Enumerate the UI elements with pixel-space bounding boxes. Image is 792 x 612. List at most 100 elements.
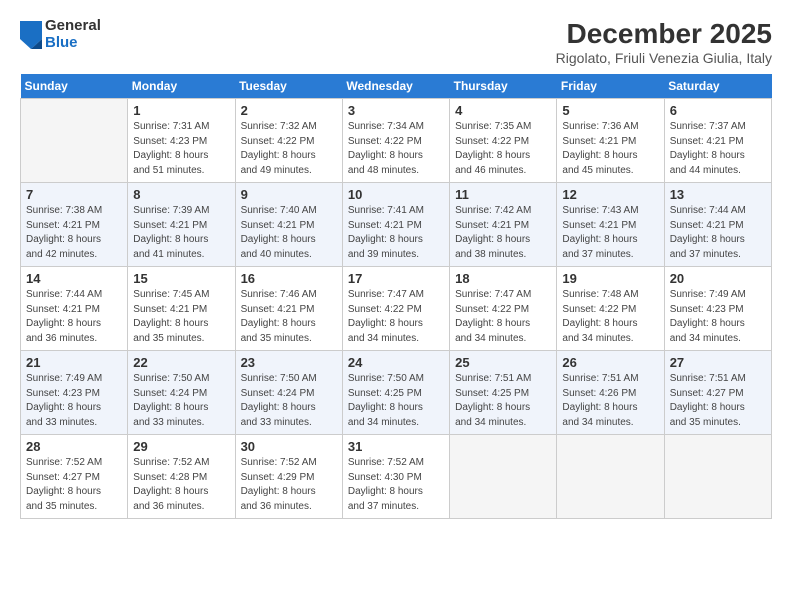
daylight-text-2: and 34 minutes. (670, 332, 766, 347)
header-area: General Blue December 2025 Rigolato, Fri… (20, 18, 772, 66)
sunset-text: Sunset: 4:21 PM (562, 135, 658, 150)
daylight-text-2: and 34 minutes. (562, 332, 658, 347)
daylight-text-1: Daylight: 8 hours (26, 233, 122, 248)
day-info: Sunrise: 7:51 AMSunset: 4:25 PMDaylight:… (455, 372, 551, 430)
sunrise-text: Sunrise: 7:37 AM (670, 120, 766, 135)
sunrise-text: Sunrise: 7:38 AM (26, 204, 122, 219)
daylight-text-2: and 49 minutes. (241, 164, 337, 179)
sunrise-text: Sunrise: 7:46 AM (241, 288, 337, 303)
day-number: 18 (455, 271, 551, 286)
sunset-text: Sunset: 4:29 PM (241, 471, 337, 486)
sunset-text: Sunset: 4:26 PM (562, 387, 658, 402)
sunset-text: Sunset: 4:25 PM (348, 387, 444, 402)
subtitle: Rigolato, Friuli Venezia Giulia, Italy (556, 50, 772, 66)
day-number: 16 (241, 271, 337, 286)
logo-text: General Blue (45, 18, 101, 51)
calendar-cell: 5Sunrise: 7:36 AMSunset: 4:21 PMDaylight… (557, 99, 664, 183)
day-number: 19 (562, 271, 658, 286)
sunrise-text: Sunrise: 7:51 AM (562, 372, 658, 387)
daylight-text-2: and 34 minutes. (348, 416, 444, 431)
day-number: 26 (562, 355, 658, 370)
daylight-text-2: and 35 minutes. (26, 500, 122, 515)
day-info: Sunrise: 7:41 AMSunset: 4:21 PMDaylight:… (348, 204, 444, 262)
sunrise-text: Sunrise: 7:47 AM (455, 288, 551, 303)
title-area: December 2025 Rigolato, Friuli Venezia G… (556, 18, 772, 66)
day-number: 15 (133, 271, 229, 286)
daylight-text-1: Daylight: 8 hours (455, 233, 551, 248)
day-info: Sunrise: 7:50 AMSunset: 4:24 PMDaylight:… (133, 372, 229, 430)
day-info: Sunrise: 7:50 AMSunset: 4:25 PMDaylight:… (348, 372, 444, 430)
day-number: 23 (241, 355, 337, 370)
calendar-cell (664, 435, 771, 519)
daylight-text-1: Daylight: 8 hours (133, 233, 229, 248)
daylight-text-2: and 42 minutes. (26, 248, 122, 263)
daylight-text-2: and 39 minutes. (348, 248, 444, 263)
sunrise-text: Sunrise: 7:50 AM (241, 372, 337, 387)
daylight-text-1: Daylight: 8 hours (670, 401, 766, 416)
daylight-text-1: Daylight: 8 hours (26, 485, 122, 500)
day-number: 13 (670, 187, 766, 202)
calendar-cell: 13Sunrise: 7:44 AMSunset: 4:21 PMDayligh… (664, 183, 771, 267)
day-info: Sunrise: 7:42 AMSunset: 4:21 PMDaylight:… (455, 204, 551, 262)
day-info: Sunrise: 7:51 AMSunset: 4:27 PMDaylight:… (670, 372, 766, 430)
sunset-text: Sunset: 4:28 PM (133, 471, 229, 486)
daylight-text-2: and 40 minutes. (241, 248, 337, 263)
day-info: Sunrise: 7:36 AMSunset: 4:21 PMDaylight:… (562, 120, 658, 178)
day-info: Sunrise: 7:50 AMSunset: 4:24 PMDaylight:… (241, 372, 337, 430)
daylight-text-2: and 44 minutes. (670, 164, 766, 179)
daylight-text-1: Daylight: 8 hours (348, 233, 444, 248)
day-info: Sunrise: 7:37 AMSunset: 4:21 PMDaylight:… (670, 120, 766, 178)
daylight-text-2: and 36 minutes. (26, 332, 122, 347)
calendar-cell: 17Sunrise: 7:47 AMSunset: 4:22 PMDayligh… (342, 267, 449, 351)
sunrise-text: Sunrise: 7:32 AM (241, 120, 337, 135)
day-info: Sunrise: 7:43 AMSunset: 4:21 PMDaylight:… (562, 204, 658, 262)
day-number: 6 (670, 103, 766, 118)
calendar-cell: 31Sunrise: 7:52 AMSunset: 4:30 PMDayligh… (342, 435, 449, 519)
daylight-text-1: Daylight: 8 hours (241, 149, 337, 164)
sunrise-text: Sunrise: 7:39 AM (133, 204, 229, 219)
daylight-text-2: and 33 minutes. (26, 416, 122, 431)
sunset-text: Sunset: 4:24 PM (241, 387, 337, 402)
day-number: 24 (348, 355, 444, 370)
calendar-cell: 11Sunrise: 7:42 AMSunset: 4:21 PMDayligh… (450, 183, 557, 267)
sunrise-text: Sunrise: 7:52 AM (348, 456, 444, 471)
day-info: Sunrise: 7:52 AMSunset: 4:28 PMDaylight:… (133, 456, 229, 514)
daylight-text-1: Daylight: 8 hours (133, 485, 229, 500)
daylight-text-2: and 35 minutes. (133, 332, 229, 347)
day-info: Sunrise: 7:47 AMSunset: 4:22 PMDaylight:… (348, 288, 444, 346)
day-number: 3 (348, 103, 444, 118)
sunset-text: Sunset: 4:24 PM (133, 387, 229, 402)
daylight-text-2: and 35 minutes. (241, 332, 337, 347)
sunset-text: Sunset: 4:21 PM (241, 303, 337, 318)
calendar-cell: 3Sunrise: 7:34 AMSunset: 4:22 PMDaylight… (342, 99, 449, 183)
calendar-cell: 15Sunrise: 7:45 AMSunset: 4:21 PMDayligh… (128, 267, 235, 351)
daylight-text-2: and 34 minutes. (455, 416, 551, 431)
day-info: Sunrise: 7:51 AMSunset: 4:26 PMDaylight:… (562, 372, 658, 430)
day-number: 28 (26, 439, 122, 454)
daylight-text-1: Daylight: 8 hours (241, 233, 337, 248)
logo-icon (20, 21, 42, 49)
day-number: 7 (26, 187, 122, 202)
sunrise-text: Sunrise: 7:52 AM (133, 456, 229, 471)
day-info: Sunrise: 7:46 AMSunset: 4:21 PMDaylight:… (241, 288, 337, 346)
day-number: 10 (348, 187, 444, 202)
sunrise-text: Sunrise: 7:35 AM (455, 120, 551, 135)
calendar-cell (450, 435, 557, 519)
calendar-cell: 18Sunrise: 7:47 AMSunset: 4:22 PMDayligh… (450, 267, 557, 351)
calendar-cell: 20Sunrise: 7:49 AMSunset: 4:23 PMDayligh… (664, 267, 771, 351)
sunset-text: Sunset: 4:21 PM (241, 219, 337, 234)
daylight-text-1: Daylight: 8 hours (562, 149, 658, 164)
logo-general: General (45, 18, 101, 35)
day-number: 4 (455, 103, 551, 118)
weekday-header-sunday: Sunday (21, 74, 128, 99)
sunset-text: Sunset: 4:22 PM (455, 303, 551, 318)
calendar-cell: 8Sunrise: 7:39 AMSunset: 4:21 PMDaylight… (128, 183, 235, 267)
day-info: Sunrise: 7:39 AMSunset: 4:21 PMDaylight:… (133, 204, 229, 262)
daylight-text-2: and 34 minutes. (562, 416, 658, 431)
day-info: Sunrise: 7:52 AMSunset: 4:30 PMDaylight:… (348, 456, 444, 514)
calendar-cell: 28Sunrise: 7:52 AMSunset: 4:27 PMDayligh… (21, 435, 128, 519)
day-info: Sunrise: 7:44 AMSunset: 4:21 PMDaylight:… (26, 288, 122, 346)
sunset-text: Sunset: 4:30 PM (348, 471, 444, 486)
day-number: 14 (26, 271, 122, 286)
sunset-text: Sunset: 4:21 PM (455, 219, 551, 234)
